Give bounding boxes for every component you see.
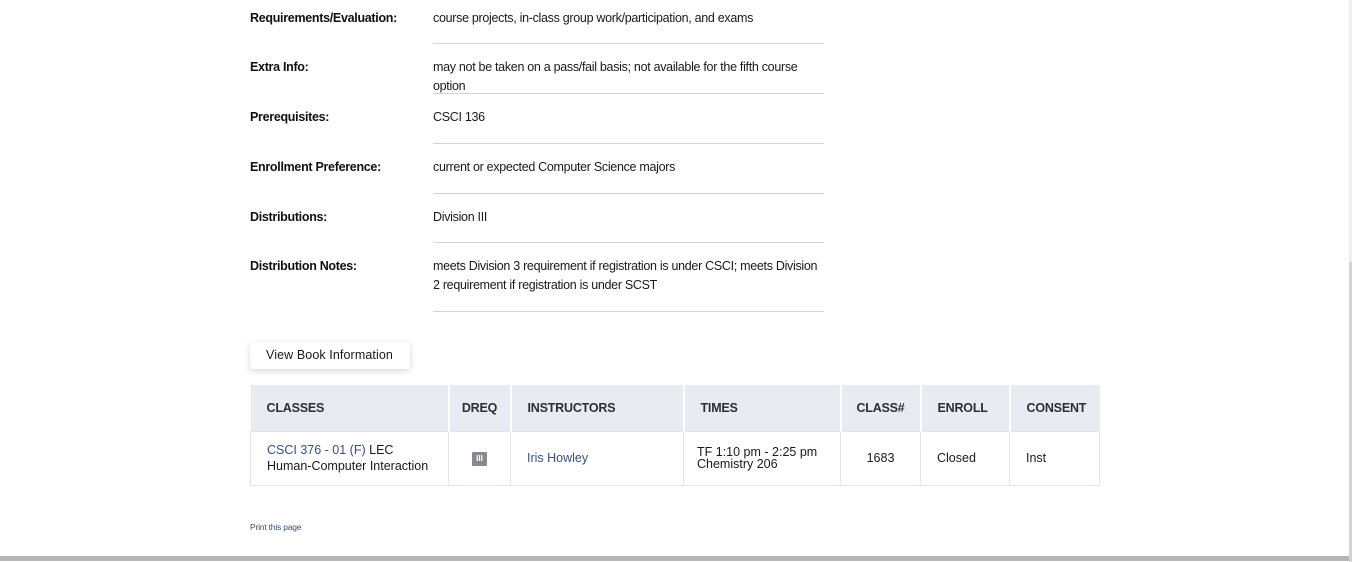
- dreq-cell: III: [448, 430, 511, 486]
- divider: [433, 43, 824, 44]
- instructor-cell: Iris Howley: [510, 430, 684, 486]
- column-header-times: TIMES: [683, 385, 842, 431]
- divider: [433, 93, 824, 94]
- classes-table: CLASSES DREQ INSTRUCTORS TIMES CLASS# EN…: [250, 385, 1100, 486]
- detail-value: may not be taken on a pass/fail basis; n…: [433, 60, 798, 93]
- detail-value: Division III: [433, 210, 488, 224]
- instructor-link[interactable]: Iris Howley: [527, 451, 588, 465]
- detail-label: Requirements/Evaluation:: [250, 11, 397, 25]
- detail-value: course projects, in-class group work/par…: [433, 11, 754, 25]
- column-header-instructors: INSTRUCTORS: [510, 385, 685, 431]
- detail-label: Distribution Notes:: [250, 259, 357, 273]
- class-number-cell: 1683: [840, 430, 921, 486]
- detail-label: Prerequisites:: [250, 110, 330, 124]
- divider: [433, 311, 824, 312]
- detail-value: current or expected Computer Science maj…: [433, 160, 676, 174]
- column-header-enroll: ENROLL: [920, 385, 1011, 431]
- page-bottom-bar: [0, 556, 1349, 561]
- column-header-consent: CONSENT: [1009, 385, 1100, 431]
- detail-label: Distributions:: [250, 210, 328, 224]
- table-header-row: CLASSES DREQ INSTRUCTORS TIMES CLASS# EN…: [250, 385, 1100, 431]
- column-header-classes: CLASSES: [250, 385, 450, 431]
- table-row: CSCI 376 - 01 (F) LEC Human-Computer Int…: [250, 430, 1100, 486]
- meeting-room: Chemistry 206: [697, 457, 778, 471]
- times-cell: TF 1:10 pm - 2:25 pm Chemistry 206: [683, 430, 841, 486]
- column-header-dreq: DREQ: [448, 385, 512, 431]
- detail-value: CSCI 136: [433, 110, 485, 124]
- detail-value: meets Division 3 requirement if registra…: [433, 259, 818, 292]
- divider: [433, 143, 824, 144]
- enroll-status-cell: Closed: [920, 430, 1010, 486]
- class-cell: CSCI 376 - 01 (F) LEC Human-Computer Int…: [250, 430, 449, 486]
- divider: [433, 242, 824, 243]
- detail-label: Enrollment Preference:: [250, 160, 381, 174]
- course-link[interactable]: CSCI 376 - 01 (F): [267, 443, 366, 457]
- divider: [433, 193, 824, 194]
- consent-cell: Inst: [1009, 430, 1100, 486]
- column-header-class-number: CLASS#: [840, 385, 922, 431]
- division-three-badge-icon: III: [472, 452, 487, 466]
- detail-label: Extra Info:: [250, 60, 309, 74]
- view-book-information-button[interactable]: View Book Information: [250, 342, 410, 369]
- print-page-link[interactable]: Print this page: [250, 522, 302, 532]
